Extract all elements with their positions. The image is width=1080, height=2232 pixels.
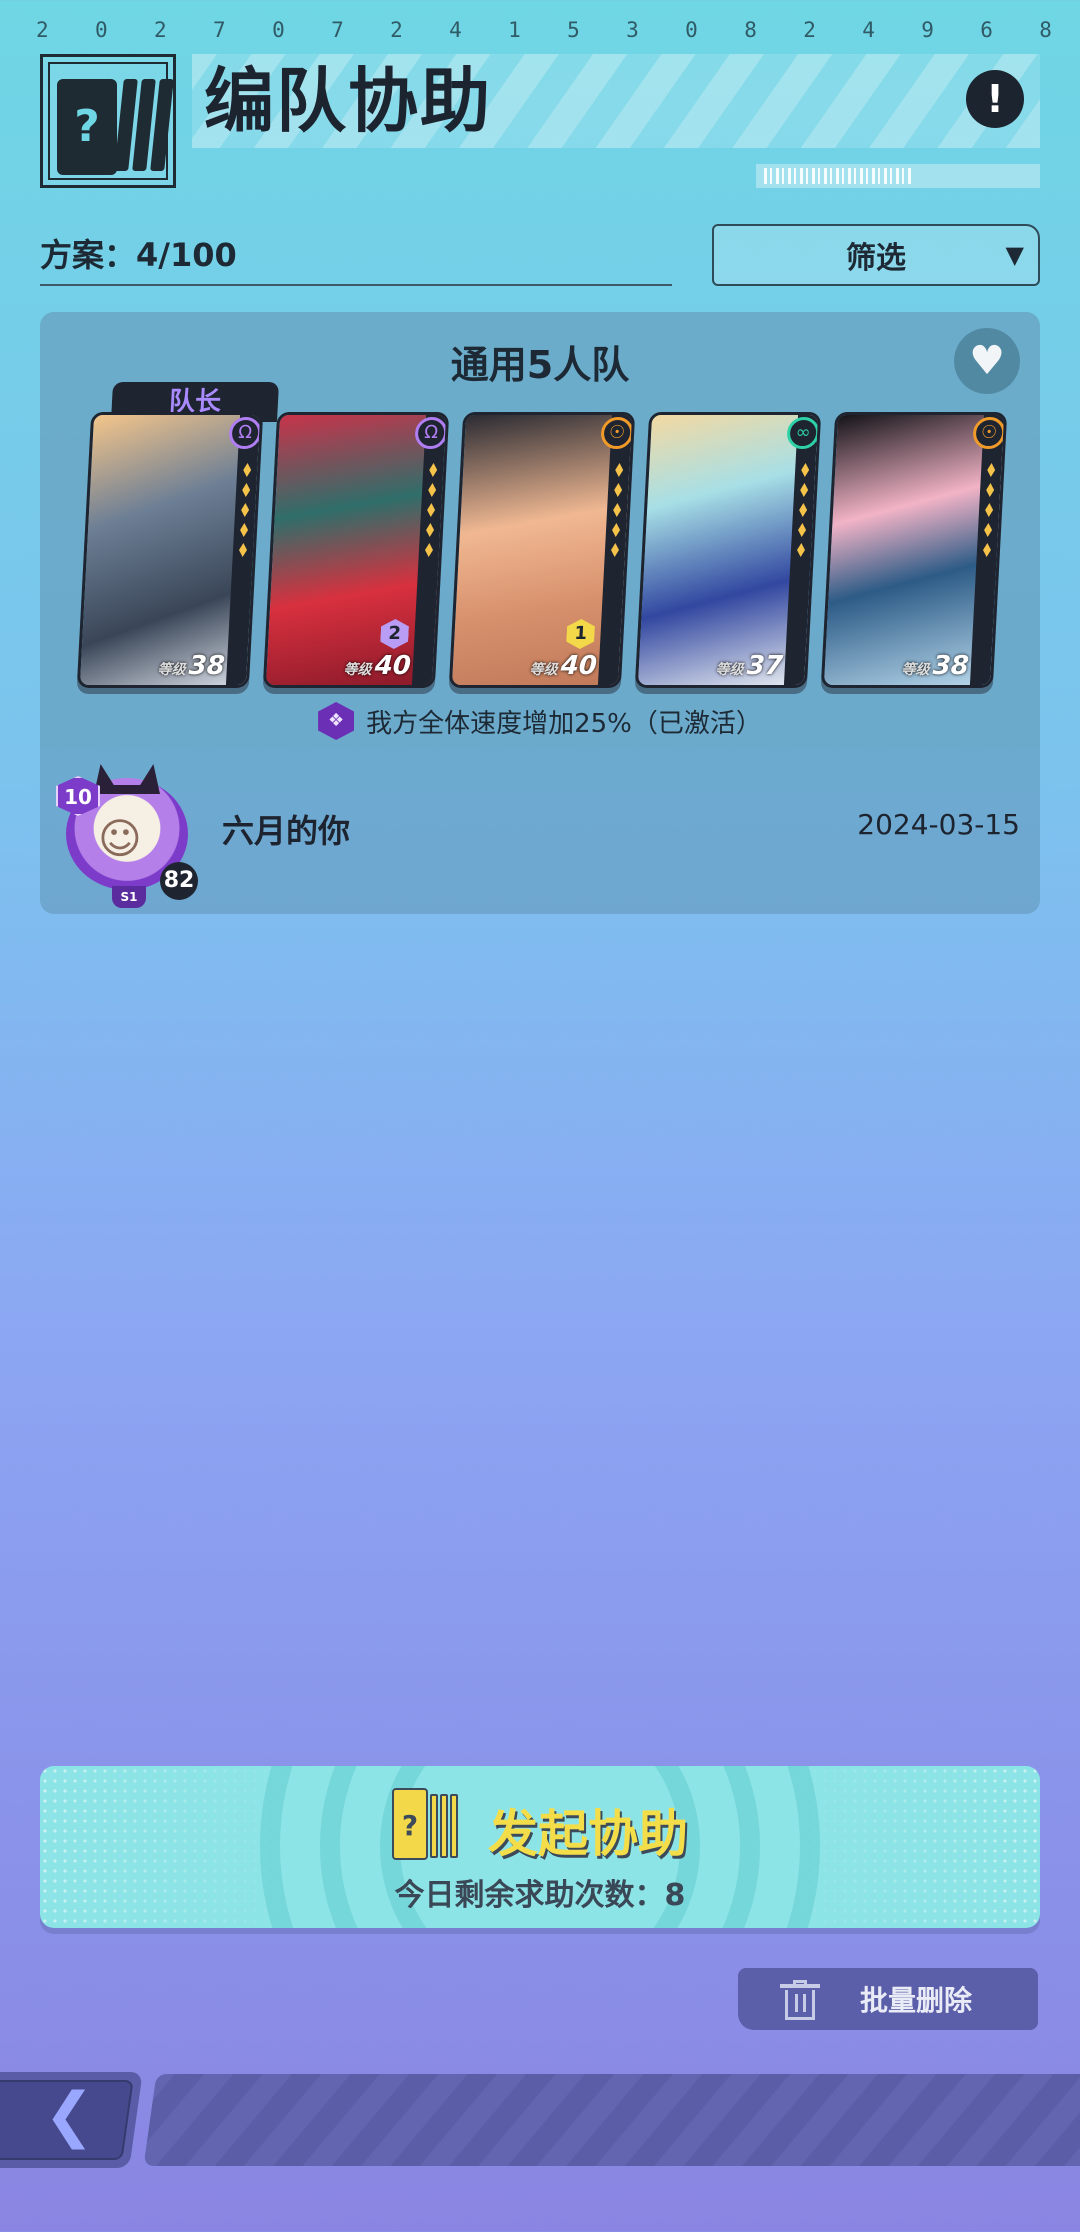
digit: 2 [803, 18, 816, 42]
character-level: 等级37 [715, 651, 784, 681]
digit: 4 [449, 18, 462, 42]
digit: 2 [154, 18, 167, 42]
digit: 6 [980, 18, 993, 42]
assist-label: 发起协助 [488, 1805, 688, 1863]
team-buff: ❖ 我方全体速度增加25%（已激活） [40, 702, 1040, 740]
divider [40, 284, 672, 286]
digit: 0 [95, 18, 108, 42]
serial-digits: 2 0 2 7 0 7 2 4 1 5 3 0 8 2 4 9 6 8 [36, 18, 1052, 42]
barcode-decoration [756, 164, 1040, 188]
page-title: 编队协助 [204, 60, 492, 142]
digit: 0 [272, 18, 285, 42]
digit: 2 [36, 18, 49, 42]
digit: 7 [213, 18, 226, 42]
remaining-requests: 今日剩余求助次数：8 [394, 1878, 686, 1913]
character-card[interactable]: ∞ 等级37 [634, 412, 822, 688]
plan-date: 2024-03-15 [857, 808, 1020, 841]
digit: 8 [744, 18, 757, 42]
chevron-down-icon: ▼ [1005, 241, 1024, 269]
character-level: 等级40 [343, 651, 412, 681]
trash-icon [780, 1980, 820, 2020]
favorite-heart-button[interactable]: ♥ [954, 328, 1020, 394]
bottom-bar [143, 2074, 1080, 2166]
info-button[interactable]: ! [966, 70, 1024, 128]
team-members: Ω 等级38 Ω 2 等级40 ☉ 1 等级40 ∞ 等级37 ☉ 等级38 [76, 412, 1014, 702]
batch-delete-button[interactable]: 批量删除 [738, 1968, 1038, 2030]
character-card[interactable]: Ω 2 等级40 [262, 412, 450, 688]
filter-dropdown[interactable]: 筛选 ▼ [712, 224, 1040, 286]
team-cards-logo-icon: ? [40, 54, 176, 188]
digit: 4 [862, 18, 875, 42]
face-icon: ☺ [98, 814, 142, 863]
character-card[interactable]: ☉ 1 等级40 [448, 412, 636, 688]
character-card[interactable]: Ω 等级38 [76, 412, 264, 688]
digit: 5 [567, 18, 580, 42]
digit: 0 [685, 18, 698, 42]
back-arrow-icon: ❮ [44, 2080, 95, 2150]
digit: 2 [390, 18, 403, 42]
character-card[interactable]: ☉ 等级38 [820, 412, 1008, 688]
team-cards-icon: ? [392, 1788, 464, 1864]
character-level: 等级38 [157, 651, 226, 681]
avatar[interactable]: ☺ 10 82 S1 [54, 760, 200, 908]
start-assist-button[interactable]: ? 发起协助 今日剩余求助次数：8 [40, 1766, 1040, 1928]
character-level: 等级40 [529, 651, 598, 681]
digit: 3 [626, 18, 639, 42]
filter-label: 筛选 [846, 241, 906, 276]
buff-text: 我方全体速度增加25%（已激活） [366, 708, 762, 739]
player-name: 六月的你 [222, 812, 351, 850]
question-card-icon: ? [57, 79, 117, 175]
batch-delete-label: 批量删除 [860, 1984, 973, 2017]
plan-count: 方案：4/100 [40, 236, 237, 274]
team-title: 通用5人队 [450, 343, 630, 387]
digit: 7 [331, 18, 344, 42]
player-level: 82 [160, 862, 198, 900]
heart-icon: ♥ [969, 338, 1005, 384]
digit: 8 [1039, 18, 1052, 42]
character-level: 等级38 [901, 651, 970, 681]
team-plan-card[interactable]: 通用5人队 ♥ 队长 Ω 等级38 Ω 2 等级40 ☉ 1 等级40 ∞ 等级… [40, 312, 1040, 914]
season-badge: S1 [112, 886, 146, 908]
digit: 1 [508, 18, 521, 42]
digit: 9 [921, 18, 934, 42]
feather-icon: ❖ [318, 702, 355, 740]
